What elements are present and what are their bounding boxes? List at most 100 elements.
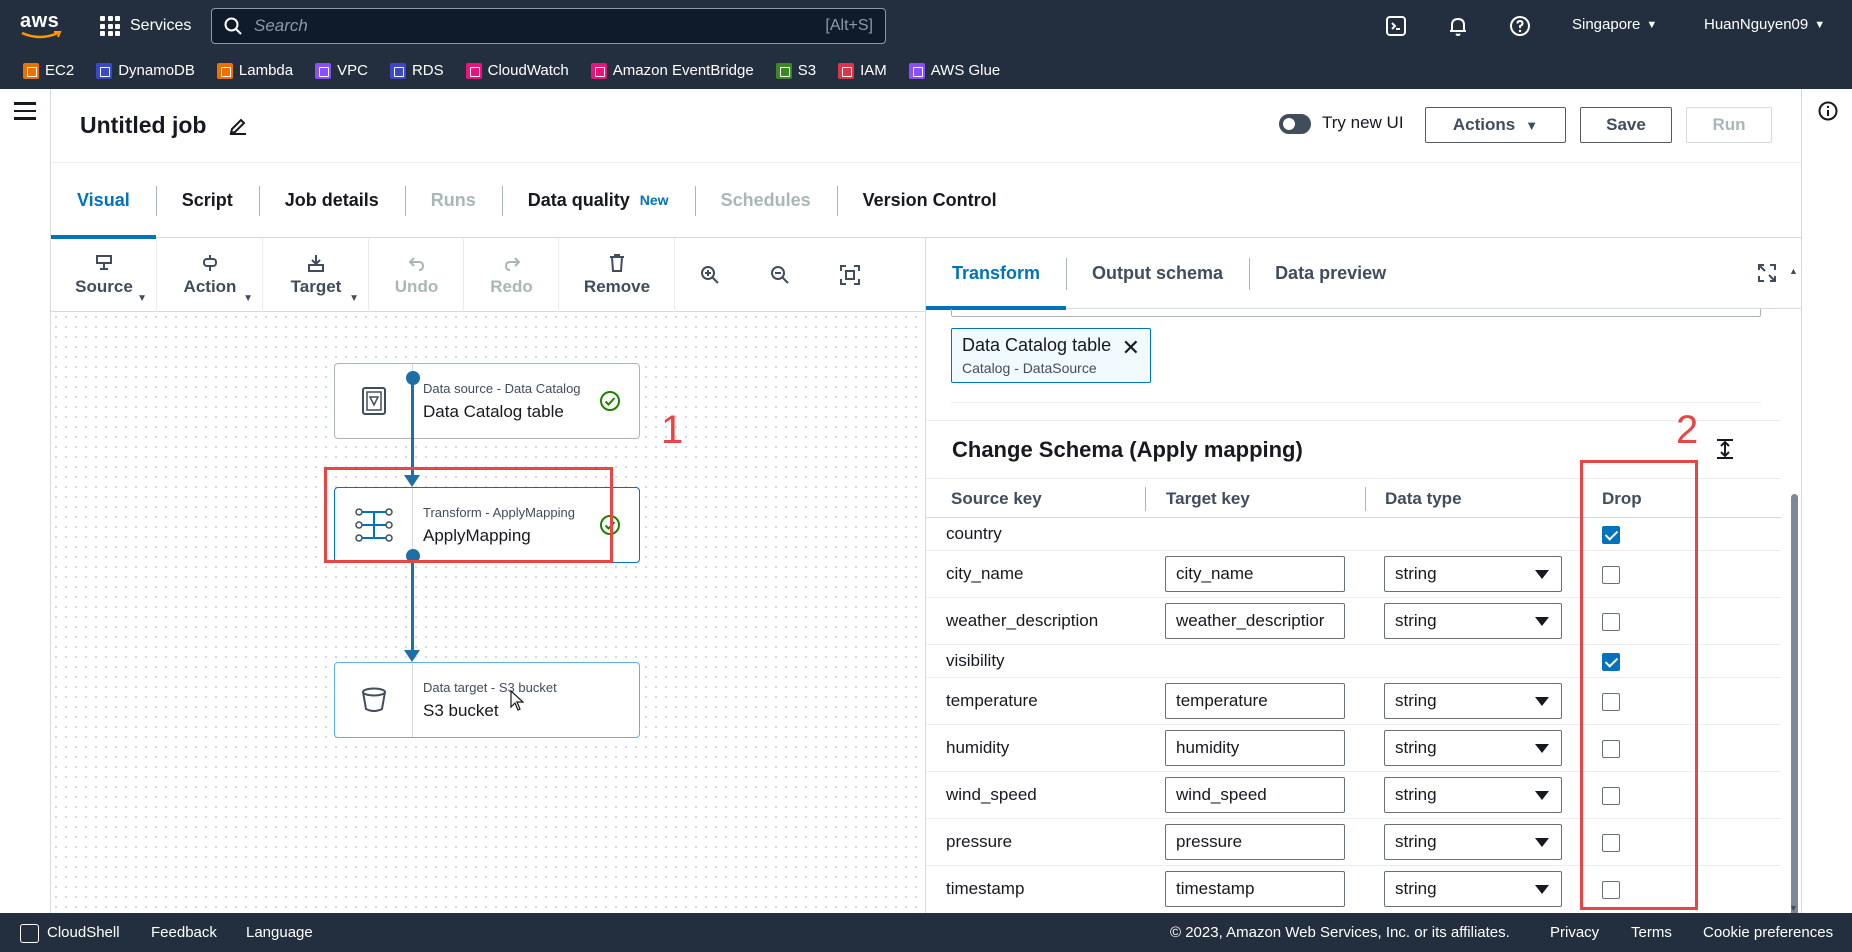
terms-link[interactable]: Terms (1631, 924, 1672, 941)
source-dropdown-button[interactable]: Source ▼ (51, 238, 157, 312)
search-bar: [Alt+S] (211, 8, 886, 44)
target-key-input[interactable] (1165, 730, 1345, 766)
edge-connector (411, 562, 414, 654)
data-type-select[interactable]: string (1384, 603, 1562, 639)
panel-scrollbar[interactable]: ▲ ▼ (1788, 266, 1800, 913)
region-selector[interactable]: Singapore ▼ (1572, 16, 1657, 33)
parent-node-token: Data Catalog table Catalog - DataSource … (951, 328, 1151, 383)
services-label: Services (130, 17, 192, 34)
data-type-select[interactable]: string (1384, 556, 1562, 592)
scrollbar-thumb[interactable] (1791, 494, 1798, 913)
node-parents-select[interactable] (951, 309, 1761, 317)
favorite-s3[interactable]: S3 (775, 62, 816, 79)
tab-output-schema[interactable]: Output schema (1066, 238, 1249, 309)
divider (951, 402, 1761, 403)
tab-data-quality[interactable]: Data quality New (501, 162, 695, 238)
eventbridge-icon (590, 62, 607, 79)
scroll-up-icon[interactable]: ▲ (1789, 266, 1798, 276)
cloudshell-icon[interactable] (20, 924, 39, 943)
feedback-link[interactable]: Feedback (151, 924, 217, 941)
node-subtitle: Data source - Data Catalog (423, 380, 581, 396)
search-input[interactable] (242, 16, 826, 36)
save-button[interactable]: Save (1580, 107, 1672, 143)
favorite-vpc[interactable]: VPC (315, 62, 368, 79)
tab-transform[interactable]: Transform (926, 238, 1067, 310)
try-new-ui-label: Try new UI (1322, 113, 1404, 132)
target-dropdown-button[interactable]: Target ▼ (263, 238, 369, 312)
source-label: Source (75, 277, 133, 296)
account-menu[interactable]: HuanNguyen09 ▼ (1704, 16, 1825, 33)
cloudshell-link[interactable]: CloudShell (47, 924, 120, 941)
tab-schedules[interactable]: Schedules (694, 162, 837, 238)
info-icon[interactable] (1818, 101, 1838, 121)
help-icon[interactable] (1508, 14, 1532, 38)
zoom-out-button[interactable] (745, 238, 815, 312)
favorite-iam[interactable]: IAM (838, 62, 887, 79)
favorite-rds[interactable]: RDS (389, 62, 444, 79)
language-link[interactable]: Language (246, 924, 313, 941)
grid-icon (100, 16, 120, 36)
tab-runs[interactable]: Runs (404, 162, 502, 238)
scroll-down-icon[interactable]: ▼ (1789, 903, 1798, 913)
data-type-select[interactable]: string (1384, 730, 1562, 766)
favorite-ec2[interactable]: EC2 (23, 62, 74, 79)
tab-data-preview[interactable]: Data preview (1249, 238, 1412, 309)
zoom-out-icon (771, 266, 789, 284)
data-type-value: string (1395, 832, 1437, 851)
target-key-input[interactable] (1165, 824, 1345, 860)
target-key-input[interactable] (1165, 556, 1345, 592)
data-type-select[interactable]: string (1384, 683, 1562, 719)
side-navigation-rail (0, 89, 51, 913)
tab-script[interactable]: Script (155, 162, 259, 238)
section-title: Change Schema (Apply mapping) (952, 436, 1303, 462)
privacy-link[interactable]: Privacy (1550, 924, 1599, 941)
expand-panel-icon[interactable] (1757, 263, 1777, 283)
lambda-icon (216, 62, 233, 79)
remove-token-icon[interactable]: ✕ (1122, 335, 1140, 361)
favorite-dynamodb[interactable]: DynamoDB (96, 62, 195, 79)
edit-pencil-icon[interactable] (228, 116, 248, 136)
target-key-input[interactable] (1165, 871, 1345, 907)
target-key-input[interactable] (1165, 683, 1345, 719)
data-type-select[interactable]: string (1384, 824, 1562, 860)
caret-down-icon: ▼ (1814, 18, 1826, 31)
data-type-select[interactable]: string (1384, 871, 1562, 907)
aws-logo[interactable]: aws (20, 11, 64, 40)
data-type-select[interactable]: string (1384, 777, 1562, 813)
trash-icon (610, 254, 624, 272)
action-dropdown-button[interactable]: Action ▼ (157, 238, 263, 312)
undo-button[interactable]: Undo (369, 238, 464, 312)
tab-visual[interactable]: Visual (51, 162, 156, 239)
collapse-rows-icon[interactable] (1713, 437, 1737, 461)
cookie-preferences-link[interactable]: Cookie preferences (1703, 924, 1833, 941)
tab-label: Schedules (720, 189, 811, 210)
zoom-in-button[interactable] (675, 238, 745, 312)
tab-version-control[interactable]: Version Control (836, 162, 1023, 238)
cloudshell-icon[interactable] (1384, 14, 1408, 38)
actions-dropdown-button[interactable]: Actions ▼ (1425, 107, 1566, 143)
tab-label: Output schema (1092, 262, 1224, 283)
node-data-target[interactable]: Data target - S3 bucket S3 bucket (334, 662, 640, 738)
notifications-bell-icon[interactable] (1446, 14, 1470, 38)
try-new-ui-toggle[interactable] (1279, 114, 1311, 134)
run-button[interactable]: Run (1686, 107, 1772, 143)
visual-canvas[interactable]: Data source - Data Catalog Data Catalog … (51, 312, 925, 913)
favorite-cloudwatch[interactable]: CloudWatch (465, 62, 569, 79)
fit-to-screen-button[interactable] (815, 238, 885, 312)
tab-job-details[interactable]: Job details (258, 162, 405, 238)
favorite-lambda[interactable]: Lambda (216, 62, 293, 79)
favorite-eventbridge[interactable]: Amazon EventBridge (590, 62, 754, 79)
favorite-label: IAM (860, 62, 887, 79)
target-key-input[interactable] (1165, 777, 1345, 813)
node-data-source[interactable]: Data source - Data Catalog Data Catalog … (334, 363, 640, 439)
vpc-icon (315, 62, 332, 79)
redo-button[interactable]: Redo (464, 238, 559, 312)
favorite-glue[interactable]: AWS Glue (908, 62, 1000, 79)
console-footer: CloudShell Feedback Language © 2023, Ama… (0, 913, 1852, 952)
undo-label: Undo (394, 277, 439, 296)
menu-hamburger-icon[interactable] (14, 102, 36, 120)
services-menu-button[interactable]: Services (100, 12, 191, 40)
action-icon (203, 255, 217, 271)
remove-button[interactable]: Remove (559, 238, 675, 312)
target-key-input[interactable] (1165, 603, 1345, 639)
